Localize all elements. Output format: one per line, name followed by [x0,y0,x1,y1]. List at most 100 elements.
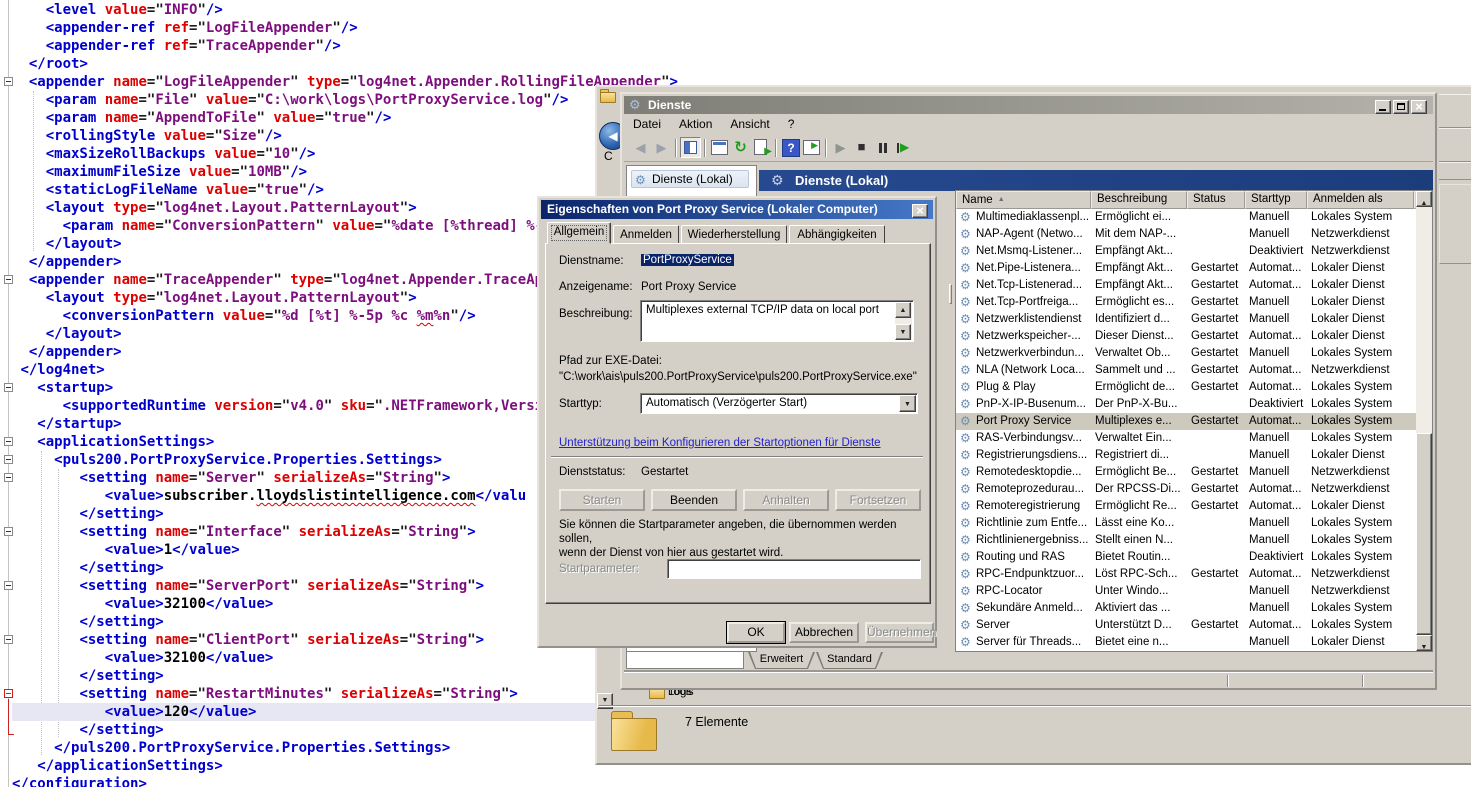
table-row[interactable]: Remoteregistrierung Ermöglicht Re... Ges… [956,498,1416,515]
table-row[interactable]: Sekundäre Anmeld... Aktiviert das ... Ma… [956,600,1416,617]
menu-item[interactable]: Ansicht [721,115,778,134]
table-row[interactable]: Server für Threads... Bietet eine n... M… [956,634,1416,651]
restart-service-icon[interactable] [893,137,914,158]
toolbar-separator [675,139,677,157]
tab-wiederherstellung[interactable]: Wiederherstellung [681,225,787,244]
code-line: <startup> [12,379,595,397]
table-row[interactable]: RPC-Locator Unter Windo... Manuell Netzw… [956,583,1416,600]
scrollbar-thumb[interactable] [1416,433,1432,635]
scroll-up-icon[interactable] [895,302,911,318]
export-list-icon[interactable] [751,137,772,158]
table-row[interactable]: Richtlinie zum Entfe... Lässt eine Ko...… [956,515,1416,532]
chevron-down-icon[interactable] [899,395,916,412]
stop-service-icon[interactable] [851,137,872,158]
stop-button[interactable]: Beenden [651,489,737,511]
service-name-value[interactable]: PortProxyService [641,254,734,266]
startoptions-help-link[interactable]: Unterstützung beim Konfigurieren der Sta… [559,437,881,449]
starttype-dropdown[interactable]: Automatisch (Verzögerter Start) [640,393,918,414]
cell-name: Sekundäre Anmeld... [976,600,1090,617]
start-button[interactable]: Starten [559,489,645,511]
table-row[interactable]: RAS-Verbindungsv... Verwaltet Ein... Man… [956,430,1416,447]
statusbar-divider [1362,675,1364,687]
minimize-button[interactable] [1375,100,1391,114]
table-row[interactable]: Routing und RAS Bietet Routin... Deaktiv… [956,549,1416,566]
table-row[interactable]: Netzwerkspeicher-... Dieser Dienst... Ge… [956,328,1416,345]
table-row[interactable]: Richtlinienergebniss... Stellt einen N..… [956,532,1416,549]
cell-status: Gestartet [1191,379,1246,396]
dialog-titlebar[interactable]: Eigenschaften von Port Proxy Service (Lo… [541,200,933,219]
code-line: </setting> [12,667,595,685]
column-header-status[interactable]: Status [1187,191,1245,209]
dialog-close-button[interactable] [912,204,928,218]
cell-logon: Lokaler Dienst [1311,260,1415,277]
description-field[interactable]: Multiplexes external TCP/IP data on loca… [640,300,914,342]
view-tab[interactable]: Erweitert [748,652,815,669]
table-row[interactable]: Netzwerklistendienst Identifiziert d... … [956,311,1416,328]
cancel-button[interactable]: Abbrechen [789,622,859,643]
ok-button[interactable]: OK [727,622,785,643]
code-line: <appender name="LogFileAppender" type="l… [12,73,595,91]
cell-starttype: Manuell [1249,345,1306,362]
scroll-down-icon[interactable] [1416,635,1432,651]
table-row[interactable]: Port Proxy Service Multiplexes e... Gest… [956,413,1416,430]
cell-name: Richtlinienergebniss... [976,532,1090,549]
table-row[interactable]: Net.Pipe-Listenera... Empfängt Akt... Ge… [956,260,1416,277]
table-row[interactable]: NAP-Agent (Netwo... Mit dem NAP-... Manu… [956,226,1416,243]
forward-icon[interactable] [651,137,672,158]
resume-button[interactable]: Fortsetzen [835,489,921,511]
sidebar-item-dienste-lokal[interactable]: ⚙ Dienste (Lokal) [631,170,749,188]
column-header-beschreibung[interactable]: Beschreibung [1091,191,1187,209]
refresh-icon[interactable] [730,137,751,158]
start-service-icon[interactable] [830,137,851,158]
menu-item[interactable]: ? [779,115,804,134]
column-header-starttyp[interactable]: Starttyp [1245,191,1307,209]
maximize-button[interactable] [1393,100,1409,114]
services-titlebar[interactable]: ⚙ Dienste [624,96,1433,114]
help-icon[interactable] [780,137,801,158]
properties-icon[interactable] [709,137,730,158]
tab-abhaengigkeiten[interactable]: Abhängigkeiten [789,225,885,244]
table-row[interactable]: Remotedesktopdie... Ermöglicht Be... Ges… [956,464,1416,481]
table-row[interactable]: Registrierungsdiens... Registriert di...… [956,447,1416,464]
table-row[interactable]: Net.Msmq-Listener... Empfängt Akt... Dea… [956,243,1416,260]
cell-description: Registriert di... [1095,447,1186,464]
table-row[interactable]: Server Unterstützt D... Gestartet Automa… [956,617,1416,634]
scroll-up-icon[interactable] [1416,191,1432,207]
column-header-name[interactable]: Name▲ [956,191,1091,209]
close-button[interactable] [1411,100,1427,114]
column-header-anmelden-als[interactable]: Anmelden als [1307,191,1414,209]
tab-allgemein[interactable]: Allgemein [547,222,611,244]
menu-item[interactable]: Aktion [670,115,721,134]
code-line: <value>32100</value> [12,595,595,613]
menu-item[interactable]: Datei [624,115,670,134]
description-scrollbar[interactable] [895,302,912,340]
code-line: <rollingStyle value="Size"/> [12,127,595,145]
startparams-input[interactable] [667,559,921,579]
code-line: <level value="INFO"/> [12,1,595,19]
apply-button[interactable]: Übernehmen [865,622,934,643]
table-row[interactable]: Plug & Play Ermöglicht de... Gestartet A… [956,379,1416,396]
vertical-scrollbar[interactable] [1416,191,1432,651]
table-row[interactable]: Remoteprozedurau... Der RPCSS-Di... Gest… [956,481,1416,498]
pause-service-icon[interactable] [872,137,893,158]
cell-logon: Lokaler Dienst [1311,498,1415,515]
services-toolbar [624,134,1433,162]
splitter-handle[interactable] [949,284,952,304]
console-tree-icon[interactable] [680,137,701,158]
services-app-icon: ⚙ [629,97,641,115]
table-row[interactable]: Multimediaklassenpl... Ermöglicht ei... … [956,209,1416,226]
table-row[interactable]: RPC-Endpunktzuor... Löst RPC-Sch... Gest… [956,566,1416,583]
table-row[interactable]: Netzwerkverbindun... Verwaltet Ob... Ges… [956,345,1416,362]
table-row[interactable]: PnP-X-IP-Busenum... Der PnP-X-Bu... Deak… [956,396,1416,413]
cell-starttype: Automat... [1249,617,1306,634]
extended-view-icon[interactable] [801,137,822,158]
scroll-down-icon[interactable] [895,324,911,340]
table-row[interactable]: NLA (Network Loca... Sammelt und ... Ges… [956,362,1416,379]
table-row[interactable]: Net.Tcp-Portfreiga... Ermöglicht es... G… [956,294,1416,311]
table-row[interactable]: Net.Tcp-Listenerad... Empfängt Akt... Ge… [956,277,1416,294]
back-icon[interactable] [630,137,651,158]
pause-button[interactable]: Anhalten [743,489,829,511]
tab-anmelden[interactable]: Anmelden [613,225,679,244]
cell-description: Bietet Routin... [1095,549,1186,566]
view-tab[interactable]: Standard [816,652,883,669]
